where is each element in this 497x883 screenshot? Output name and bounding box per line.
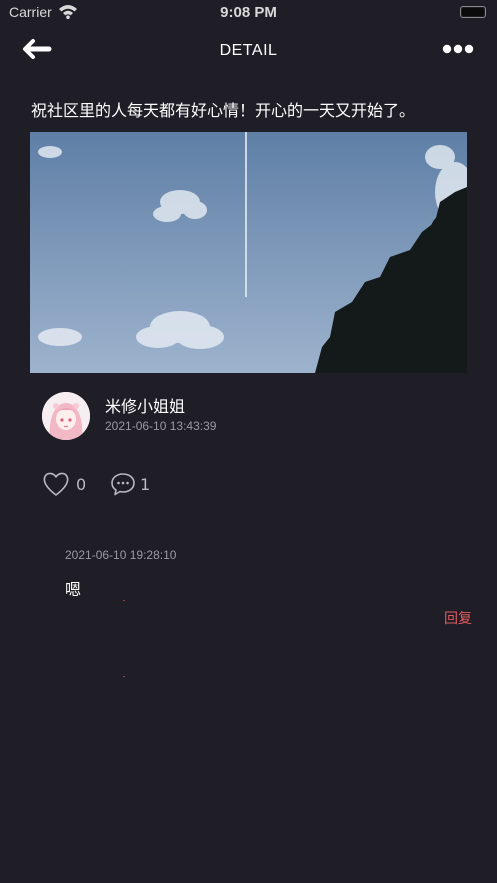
post-actions: 0 1 [42,471,242,499]
post-timestamp: 2021-06-10 13:43:39 [105,419,217,433]
nav-bar: DETAIL [0,30,497,74]
clock: 9:08 PM [220,4,277,21]
page-title: DETAIL [219,42,278,59]
avatar[interactable] [42,392,90,440]
like-button[interactable]: 0 [42,471,102,499]
comment-button[interactable]: 1 [110,471,170,499]
divider-dot [123,600,125,601]
post-image[interactable] [30,132,467,373]
like-count: 0 [76,475,87,494]
comment-item: 2021-06-10 19:28:10 嗯 回复 [65,548,475,628]
reply-button[interactable]: 回复 [444,608,472,628]
comment-text: 嗯 [65,580,82,599]
post-text: 祝社区里的人每天都有好心情！开心的一天又开始了。 [31,101,416,120]
battery-icon [460,6,486,18]
more-button[interactable] [442,38,476,62]
comment-timestamp: 2021-06-10 19:28:10 [65,548,177,562]
status-bar: Carrier 9:08 PM [0,0,497,26]
divider-dot [123,676,125,677]
chat-bubble-icon [111,473,135,496]
ellipsis-icon [442,44,474,54]
comment-count: 1 [140,475,151,494]
heart-icon [43,472,69,496]
author-section: 米修小姐姐 2021-06-10 13:43:39 [42,391,462,441]
author-name[interactable]: 米修小姐姐 [105,393,185,417]
